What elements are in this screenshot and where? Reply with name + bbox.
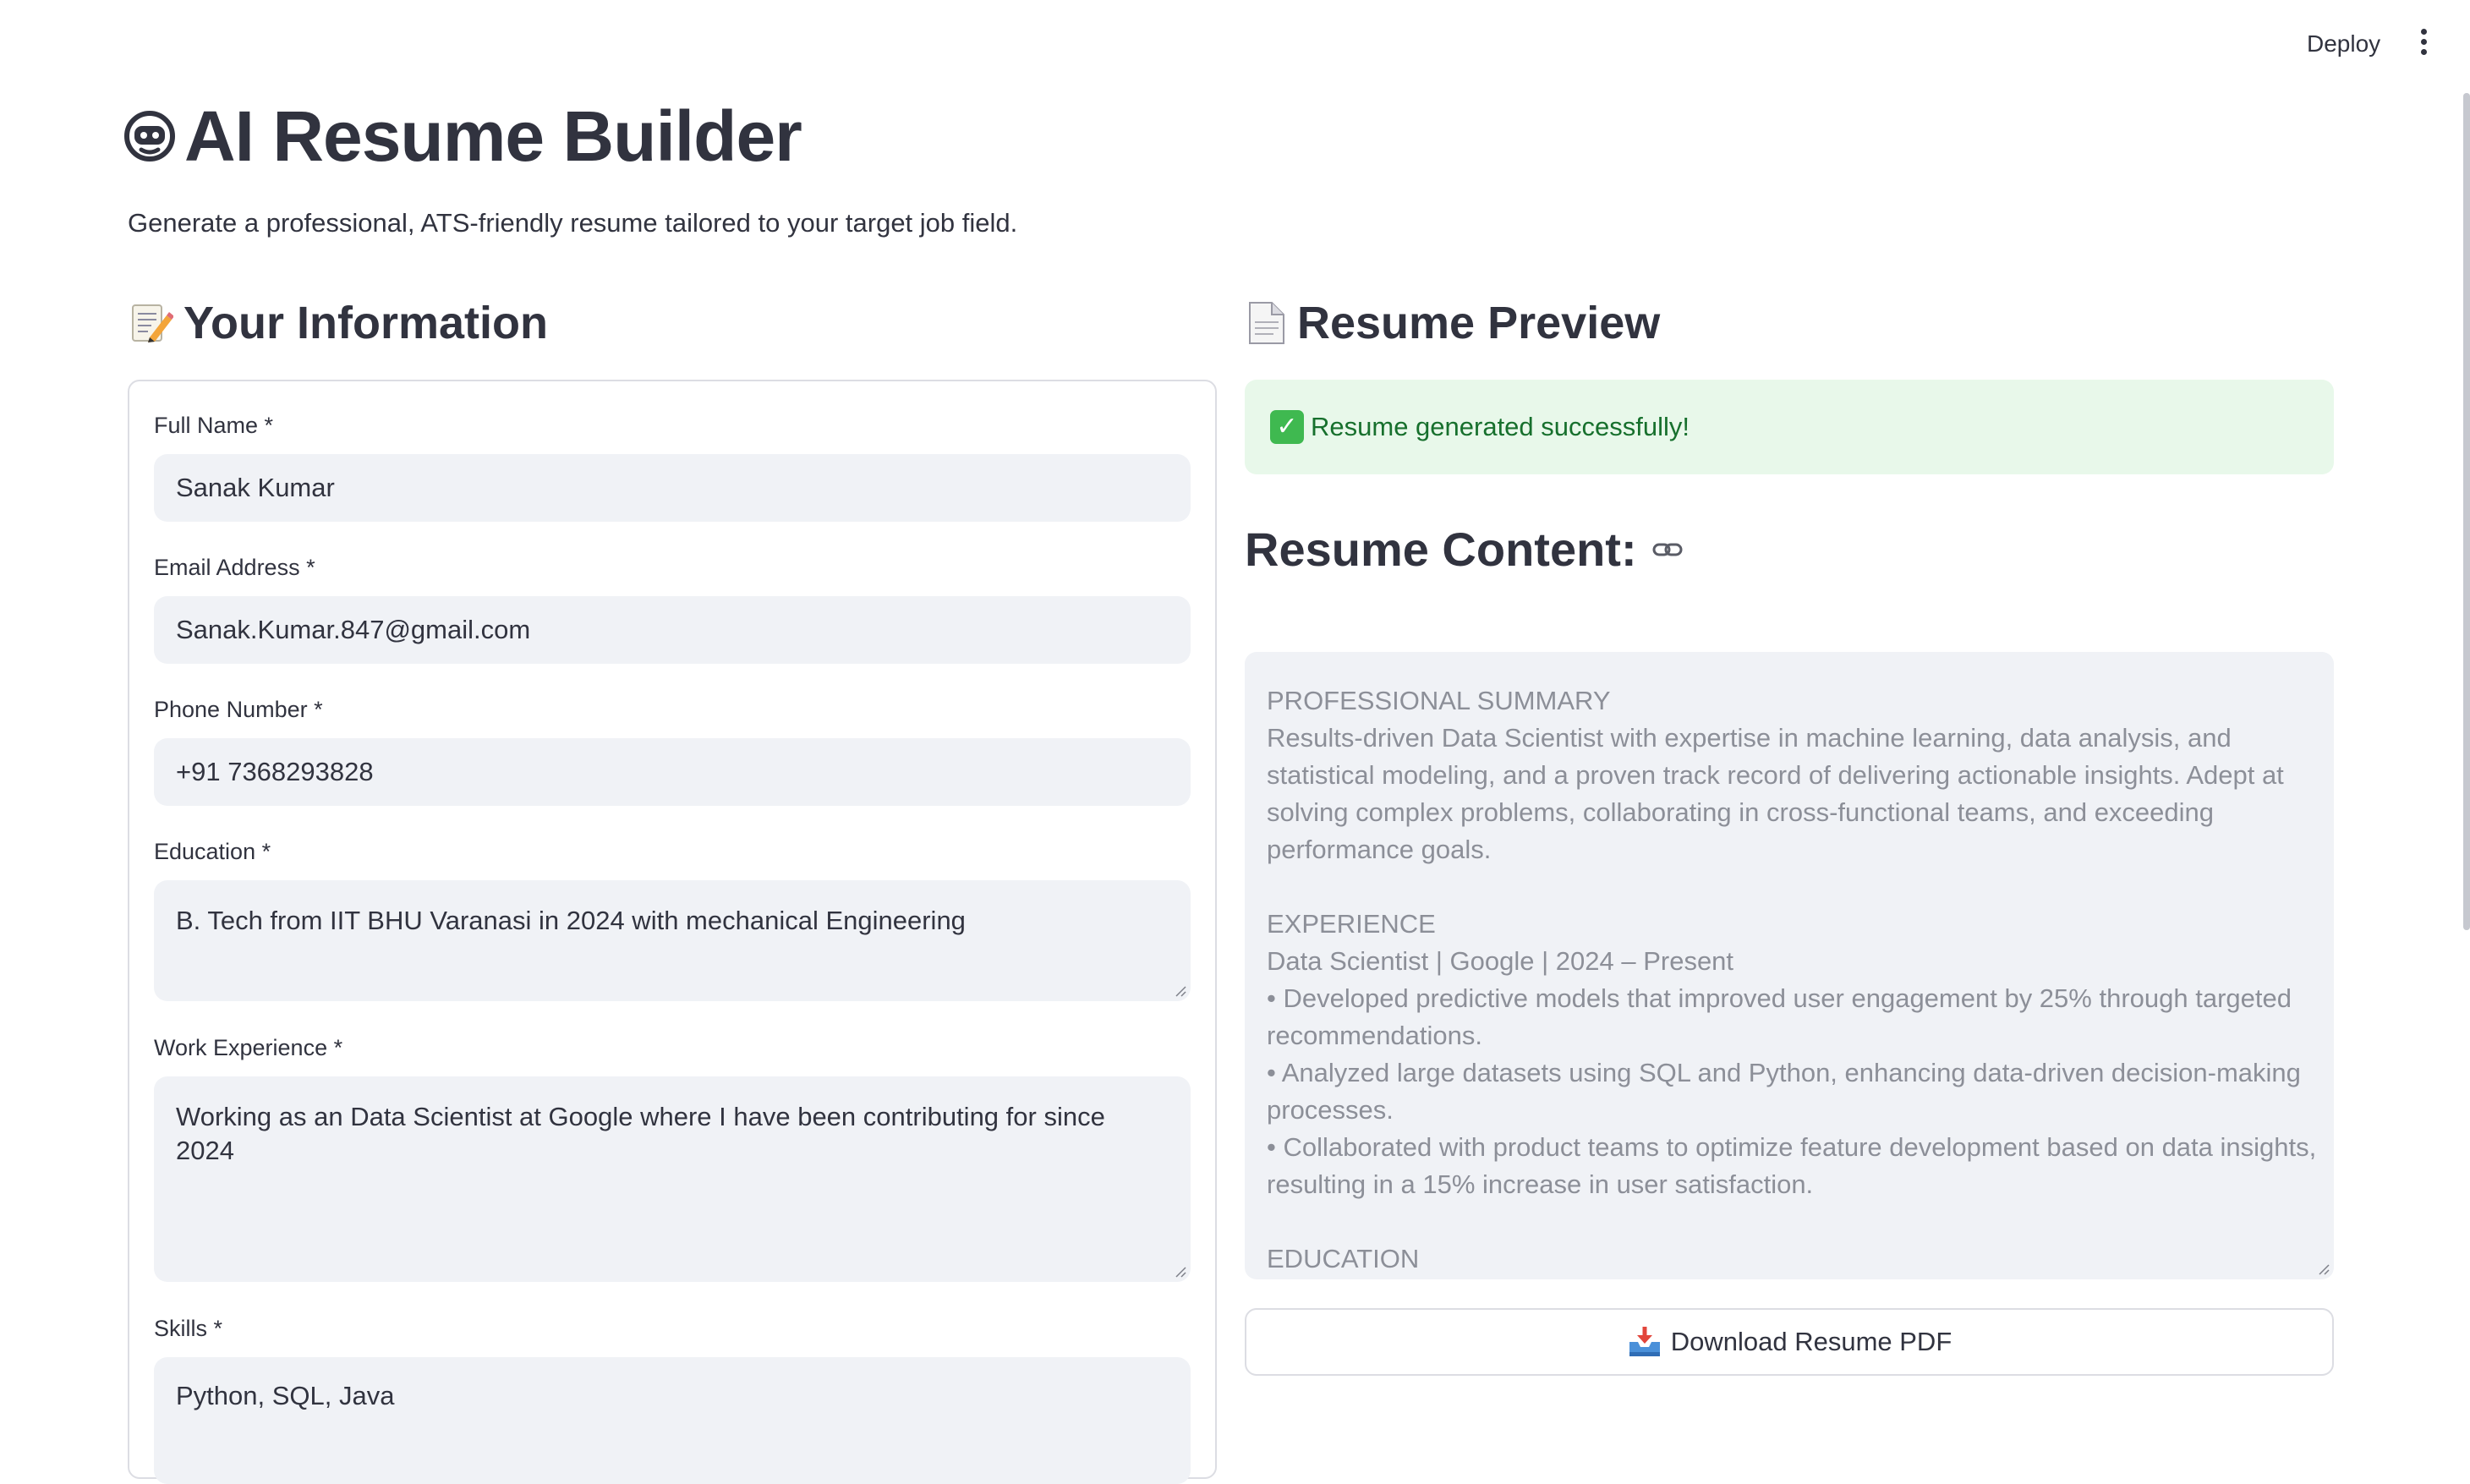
link-icon[interactable] [1652, 539, 1683, 560]
resume-line: performance goals. [1267, 835, 1492, 864]
page-subtitle: Generate a professional, ATS-friendly re… [128, 208, 1018, 238]
resume-line: • Analyzed large datasets using SQL and … [1267, 1058, 2301, 1087]
resize-handle-icon[interactable] [1174, 984, 1187, 998]
phone-input[interactable]: +91 7368293828 [154, 738, 1191, 806]
resume-preview-title: Resume Preview [1297, 298, 1661, 348]
experience-text: Working as an Data Scientist at Google w… [176, 1102, 1105, 1165]
full-name-input[interactable]: Sanak Kumar [154, 454, 1191, 522]
deploy-button[interactable]: Deploy [2293, 20, 2394, 68]
full-name-label: Full Name * [154, 413, 274, 438]
resume-line: statistical modeling, and a proven track… [1267, 760, 2284, 790]
phone-label: Phone Number * [154, 697, 323, 722]
resume-content-heading: Resume Content: [1245, 516, 1683, 583]
resume-preview-heading: Resume Preview [1245, 289, 1660, 357]
download-resume-button[interactable]: Download Resume PDF [1245, 1308, 2334, 1376]
resume-line: solving complex problems, collaborating … [1267, 797, 2215, 827]
resume-line: • Developed predictive models that impro… [1267, 983, 2292, 1013]
skills-text: Python, SQL, Java [176, 1381, 395, 1410]
vertical-ellipsis-icon[interactable] [2412, 25, 2435, 63]
page-icon [1249, 302, 1284, 344]
success-message: Resume generated successfully! [1311, 412, 1690, 441]
experience-label: Work Experience * [154, 1035, 343, 1060]
resume-line: recommendations. [1267, 1021, 1483, 1050]
resume-blank-line [1267, 868, 2312, 906]
check-mark-icon: ✓ [1270, 410, 1304, 444]
resize-handle-icon[interactable] [2317, 1262, 2330, 1276]
resume-line: Data Scientist | Google | 2024 – Present [1267, 946, 1734, 976]
inbox-tray-icon [1629, 1327, 1660, 1356]
success-alert: ✓ Resume generated successfully! [1245, 380, 2334, 474]
education-text: B. Tech from IIT BHU Varanasi in 2024 wi… [176, 906, 966, 935]
education-textarea[interactable]: B. Tech from IIT BHU Varanasi in 2024 wi… [154, 880, 1191, 1001]
email-label: Email Address * [154, 555, 315, 580]
resize-handle-icon[interactable] [1174, 1265, 1187, 1279]
download-resume-label: Download Resume PDF [1670, 1327, 1952, 1356]
page-title: AI Resume Builder [184, 96, 802, 176]
resume-line: EXPERIENCE [1267, 909, 1436, 939]
resume-content-title: Resume Content: [1245, 523, 1637, 576]
resume-line: Results-driven Data Scientist with exper… [1267, 723, 2232, 753]
email-input[interactable]: Sanak.Kumar.847@gmail.com [154, 596, 1191, 664]
resume-line: PROFESSIONAL SUMMARY [1267, 686, 1611, 715]
skills-label: Skills * [154, 1316, 223, 1341]
scrollbar-thumb[interactable] [2463, 93, 2470, 930]
your-information-title: Your Information [183, 298, 548, 348]
resume-blank-line [1267, 1203, 2312, 1240]
resume-line: resulting in a 15% increase in user sati… [1267, 1169, 1814, 1199]
robot-face-icon [124, 111, 175, 162]
app-header: Deploy [0, 0, 2470, 88]
experience-textarea[interactable]: Working as an Data Scientist at Google w… [154, 1076, 1191, 1282]
page-title-row: AI Resume Builder [123, 90, 802, 183]
education-label: Education * [154, 839, 271, 864]
resume-line: processes. [1267, 1095, 1394, 1125]
skills-textarea[interactable]: Python, SQL, Java [154, 1357, 1191, 1484]
resume-content-textarea[interactable]: PROFESSIONAL SUMMARY Results-driven Data … [1245, 652, 2334, 1279]
resume-line: • Collaborated with product teams to opt… [1267, 1132, 2317, 1162]
resume-line: EDUCATION [1267, 1244, 1420, 1273]
scrollbar[interactable] [2463, 93, 2470, 930]
memo-pencil-icon [132, 304, 173, 342]
your-information-heading: Your Information [128, 289, 548, 357]
